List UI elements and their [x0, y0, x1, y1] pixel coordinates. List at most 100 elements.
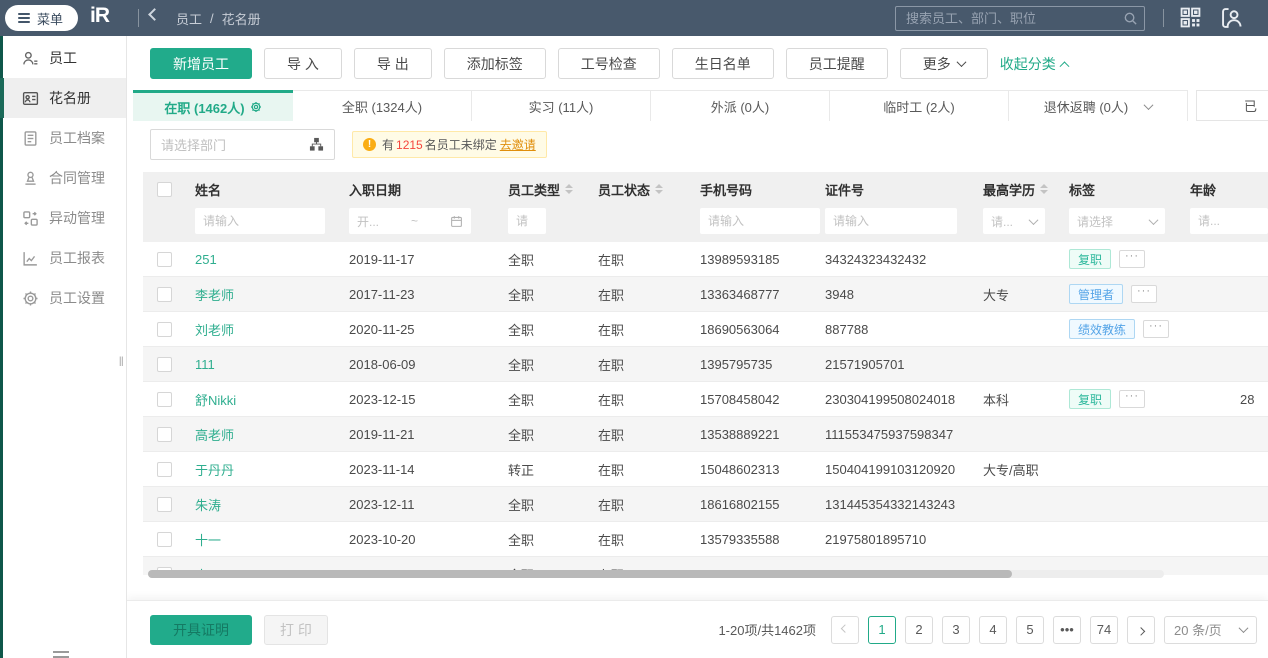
status-tab-label: 临时工 (2人)	[883, 99, 955, 115]
hire-date-cell: 2023-11-14	[349, 461, 415, 477]
qr-code-icon[interactable]	[1180, 7, 1201, 28]
sidebar-item-contracts[interactable]: 合同管理	[3, 158, 126, 198]
back-icon[interactable]	[148, 8, 161, 21]
row-checkbox[interactable]	[157, 286, 172, 302]
toolbar-button[interactable]: 导 出	[353, 48, 432, 79]
page-size-select[interactable]: 20 条/页	[1164, 615, 1257, 644]
employee-name-link[interactable]: 高老师	[195, 425, 234, 444]
phone-filter-input[interactable]	[700, 208, 820, 234]
resigned-tab[interactable]: 已	[1196, 90, 1268, 121]
issue-certificate-button[interactable]: 开具证明	[150, 614, 252, 645]
age-filter-input[interactable]	[1190, 208, 1268, 234]
tags-filter-select[interactable]: 请选择	[1069, 208, 1165, 234]
sidebar-item-reports[interactable]: 员工报表	[3, 238, 126, 278]
status-tab[interactable]: 全职 (1324人)	[293, 90, 472, 121]
row-more-button[interactable]: ···	[1119, 250, 1146, 268]
chevron-up-icon	[1059, 61, 1070, 72]
cert-filter-input[interactable]	[825, 208, 957, 234]
invite-link[interactable]: 去邀请	[500, 136, 536, 153]
horizontal-scrollbar-track[interactable]	[148, 570, 1164, 578]
sort-icon[interactable]	[655, 184, 664, 194]
row-checkbox[interactable]	[157, 391, 172, 407]
chevron-down-icon	[956, 57, 967, 68]
collapse-categories-link[interactable]: 收起分类	[1000, 54, 1070, 74]
row-checkbox[interactable]	[157, 321, 172, 337]
page-button[interactable]: •••	[1053, 615, 1081, 644]
employee-name-link[interactable]: 刘老师	[195, 320, 234, 339]
row-checkbox[interactable]	[157, 426, 172, 442]
toolbar-button[interactable]: 工号检查	[557, 48, 660, 79]
status-tab[interactable]: 实习 (11人)	[472, 90, 651, 121]
sidebar-item-transfers[interactable]: 异动管理	[3, 198, 126, 238]
department-select[interactable]: 请选择部门	[150, 129, 335, 160]
profile-icon[interactable]	[1221, 7, 1243, 29]
row-checkbox[interactable]	[157, 251, 172, 267]
row-checkbox[interactable]	[157, 461, 172, 477]
employee-tag[interactable]: 复职	[1069, 389, 1112, 409]
page-button[interactable]: 74	[1090, 615, 1118, 644]
education-filter-select[interactable]: 请...	[983, 208, 1045, 234]
page-button-label: 3	[952, 622, 960, 637]
add-employee-button[interactable]: 新增员工	[150, 48, 252, 79]
org-tree-icon	[309, 137, 324, 152]
sort-icon[interactable]	[1040, 184, 1049, 194]
page-button[interactable]: 2	[905, 615, 933, 644]
employee-name-link[interactable]: 李老师	[195, 285, 234, 304]
toolbar-button[interactable]: 员工提醒	[785, 48, 888, 79]
type-filter-input[interactable]	[508, 208, 546, 234]
breadcrumb-parent[interactable]: 员工	[176, 9, 202, 28]
more-button[interactable]: 更多	[899, 48, 988, 79]
employee-tag[interactable]: 复职	[1069, 249, 1112, 269]
row-checkbox[interactable]	[157, 531, 172, 547]
sidebar-item-employee[interactable]: 员工	[3, 38, 126, 78]
sidebar-item-settings[interactable]: 员工设置	[3, 278, 126, 318]
row-checkbox[interactable]	[157, 496, 172, 512]
employee-tag[interactable]: 管理者	[1069, 284, 1124, 304]
sidebar-resize-handle[interactable]: ‖	[119, 354, 125, 369]
type-cell: 全职	[508, 427, 535, 443]
sidebar-item-archives[interactable]: 员工档案	[3, 118, 126, 158]
employee-name-link[interactable]: 舒Nikki	[195, 390, 236, 409]
row-more-button[interactable]: ···	[1131, 285, 1158, 303]
pagination: 1-20项/共1462项 1 2 3 4 5 ••• 74 20 条/页	[718, 615, 1257, 644]
table-row: 于丹丹 2023-11-14 转正 在职 15048602313 1504041…	[143, 452, 1268, 487]
employee-name-link[interactable]: 朱涛	[195, 495, 221, 514]
sort-icon[interactable]	[565, 184, 573, 194]
row-more-button[interactable]: ···	[1119, 390, 1146, 408]
print-button[interactable]: 打 印	[264, 614, 328, 645]
row-checkbox[interactable]	[157, 356, 172, 372]
status-tab[interactable]: 在职 (1462人)	[133, 90, 293, 121]
tab-chevron-icon[interactable]	[1143, 99, 1154, 110]
next-page-button[interactable]	[1127, 615, 1155, 644]
employee-name-link[interactable]: 111	[195, 357, 215, 372]
page-button[interactable]: 3	[942, 615, 970, 644]
status-tab[interactable]: 退休返聘 (0人)	[1009, 90, 1188, 121]
employee-name-link[interactable]: 于丹丹	[195, 460, 234, 479]
toolbar-button[interactable]: 添加标签	[443, 48, 546, 79]
date-range-filter[interactable]: 开... ~	[349, 208, 471, 234]
status-tabs: 在职 (1462人) 全职 (1324人) 实习 (11人) 外派 (0人) 临…	[133, 90, 1268, 121]
page-button[interactable]: 5	[1016, 615, 1044, 644]
prev-page-button[interactable]	[831, 615, 859, 644]
tab-gear-icon[interactable]	[250, 101, 262, 113]
menu-button[interactable]: 菜单	[5, 5, 79, 31]
toolbar-button[interactable]: 生日名单	[671, 48, 774, 79]
horizontal-scrollbar-thumb[interactable]	[148, 570, 1012, 578]
page-button[interactable]: 1	[868, 615, 896, 644]
row-more-button[interactable]: ···	[1143, 320, 1170, 338]
chevron-down-icon	[1028, 214, 1039, 225]
sidebar-item-roster[interactable]: 花名册	[0, 78, 126, 118]
sidebar-collapse-icon[interactable]	[53, 651, 69, 658]
select-all-checkbox[interactable]	[157, 181, 172, 197]
employee-tag[interactable]: 绩效教练	[1069, 319, 1136, 339]
employee-name-link[interactable]: 251	[195, 252, 217, 267]
employee-name-link[interactable]: 十一	[195, 530, 221, 549]
page-size-label: 20 条/页	[1174, 623, 1222, 638]
toolbar-button[interactable]: 导 入	[264, 48, 342, 79]
global-search-input[interactable]	[895, 6, 1145, 31]
resigned-tab-label: 已	[1243, 99, 1257, 114]
status-tab[interactable]: 外派 (0人)	[651, 90, 830, 121]
page-button[interactable]: 4	[979, 615, 1007, 644]
name-filter-input[interactable]	[195, 208, 325, 234]
status-tab[interactable]: 临时工 (2人)	[830, 90, 1009, 121]
